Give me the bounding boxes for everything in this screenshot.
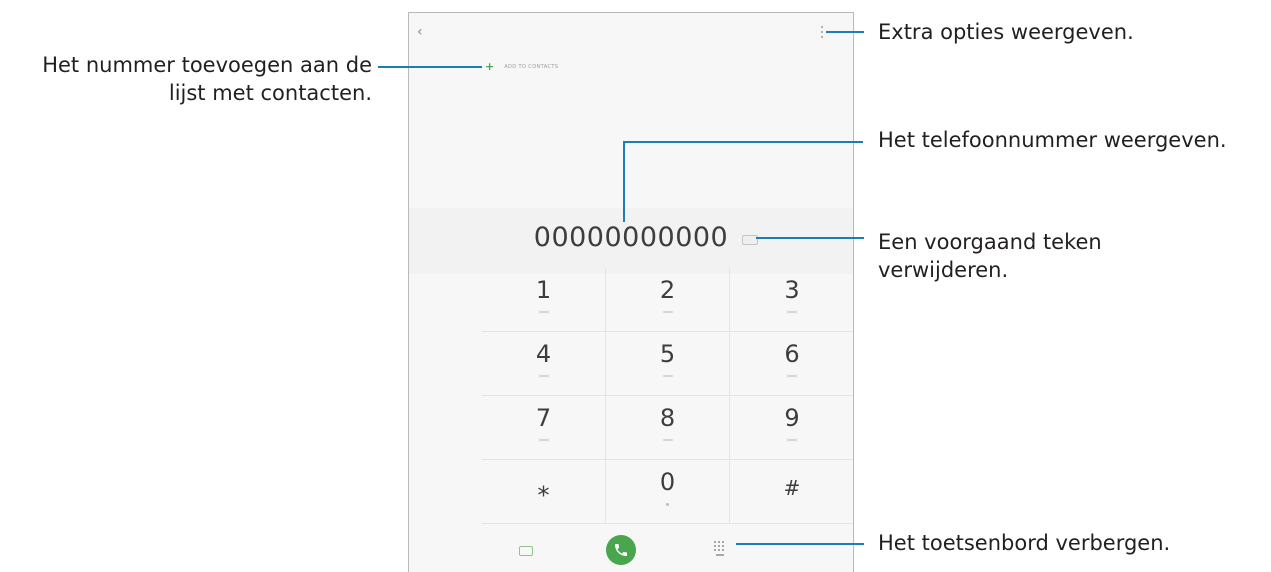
key-6[interactable]: 6	[730, 332, 853, 396]
key-7[interactable]: 7	[482, 396, 606, 460]
callout-line-more-options	[826, 31, 864, 33]
callout-line-delete	[756, 237, 864, 239]
callout-line-number-v	[623, 141, 625, 222]
key-digit: 3	[784, 276, 800, 304]
key-digit: 8	[659, 404, 676, 432]
key-3[interactable]: 3	[730, 268, 853, 332]
key-plus	[666, 503, 669, 506]
callout-more-options: Extra opties weergeven.	[878, 20, 1134, 44]
key-digit: ⁎	[537, 474, 550, 502]
hide-keypad-icon[interactable]	[714, 541, 726, 557]
video-call-icon[interactable]	[519, 546, 533, 556]
add-to-contacts-label: ADD TO CONTACTS	[504, 63, 559, 70]
key-digit: 5	[659, 340, 676, 368]
key-digit: 7	[535, 404, 552, 432]
key-1[interactable]: 1	[482, 268, 606, 332]
key-digit: #	[783, 476, 801, 500]
key-8[interactable]: 8	[606, 396, 730, 460]
callout-line-number-h	[623, 141, 863, 143]
callout-show-number: Het telefoonnummer weergeven.	[878, 128, 1227, 152]
key-star[interactable]: ⁎	[482, 460, 606, 524]
key-5[interactable]: 5	[606, 332, 730, 396]
key-4[interactable]: 4	[482, 332, 606, 396]
callout-delete-char: Een voorgaand teken verwijderen.	[878, 230, 1102, 282]
key-letters	[787, 439, 797, 441]
key-9[interactable]: 9	[730, 396, 853, 460]
callout-add-to-contacts: Het nummer toevoegen aan de lijst met co…	[42, 53, 372, 105]
key-digit: 9	[784, 404, 800, 432]
key-letters	[662, 439, 673, 441]
key-letters	[662, 375, 673, 377]
call-button[interactable]	[606, 535, 636, 565]
add-to-contacts-button[interactable]: + ADD TO CONTACTS	[485, 60, 558, 73]
dialer-screen: ‹ + ADD TO CONTACTS 00000000000 1 2 3 4 …	[408, 12, 854, 572]
key-letters	[538, 439, 549, 441]
bottom-bar	[409, 525, 853, 572]
callout-line-add-contacts	[378, 66, 482, 68]
key-letters	[538, 311, 549, 313]
key-digit: 0	[659, 468, 676, 496]
phone-icon	[615, 544, 627, 556]
key-hash[interactable]: #	[730, 460, 853, 524]
key-digit: 1	[535, 276, 552, 304]
key-2[interactable]: 2	[606, 268, 730, 332]
callout-line-keypad	[736, 543, 864, 545]
key-0[interactable]: 0	[606, 460, 730, 524]
key-digit: 4	[535, 340, 552, 368]
back-icon[interactable]: ‹	[417, 23, 435, 41]
callout-hide-keypad: Het toetsenbord verbergen.	[878, 531, 1171, 555]
key-letters	[662, 311, 673, 313]
key-letters	[787, 375, 797, 377]
key-digit: 2	[659, 276, 676, 304]
key-letters	[538, 375, 549, 377]
keypad: 1 2 3 4 5 6 7 8 9 ⁎ 0 #	[482, 268, 853, 524]
key-letters	[787, 311, 797, 313]
key-digit: 6	[784, 340, 800, 368]
plus-icon: +	[485, 60, 495, 73]
